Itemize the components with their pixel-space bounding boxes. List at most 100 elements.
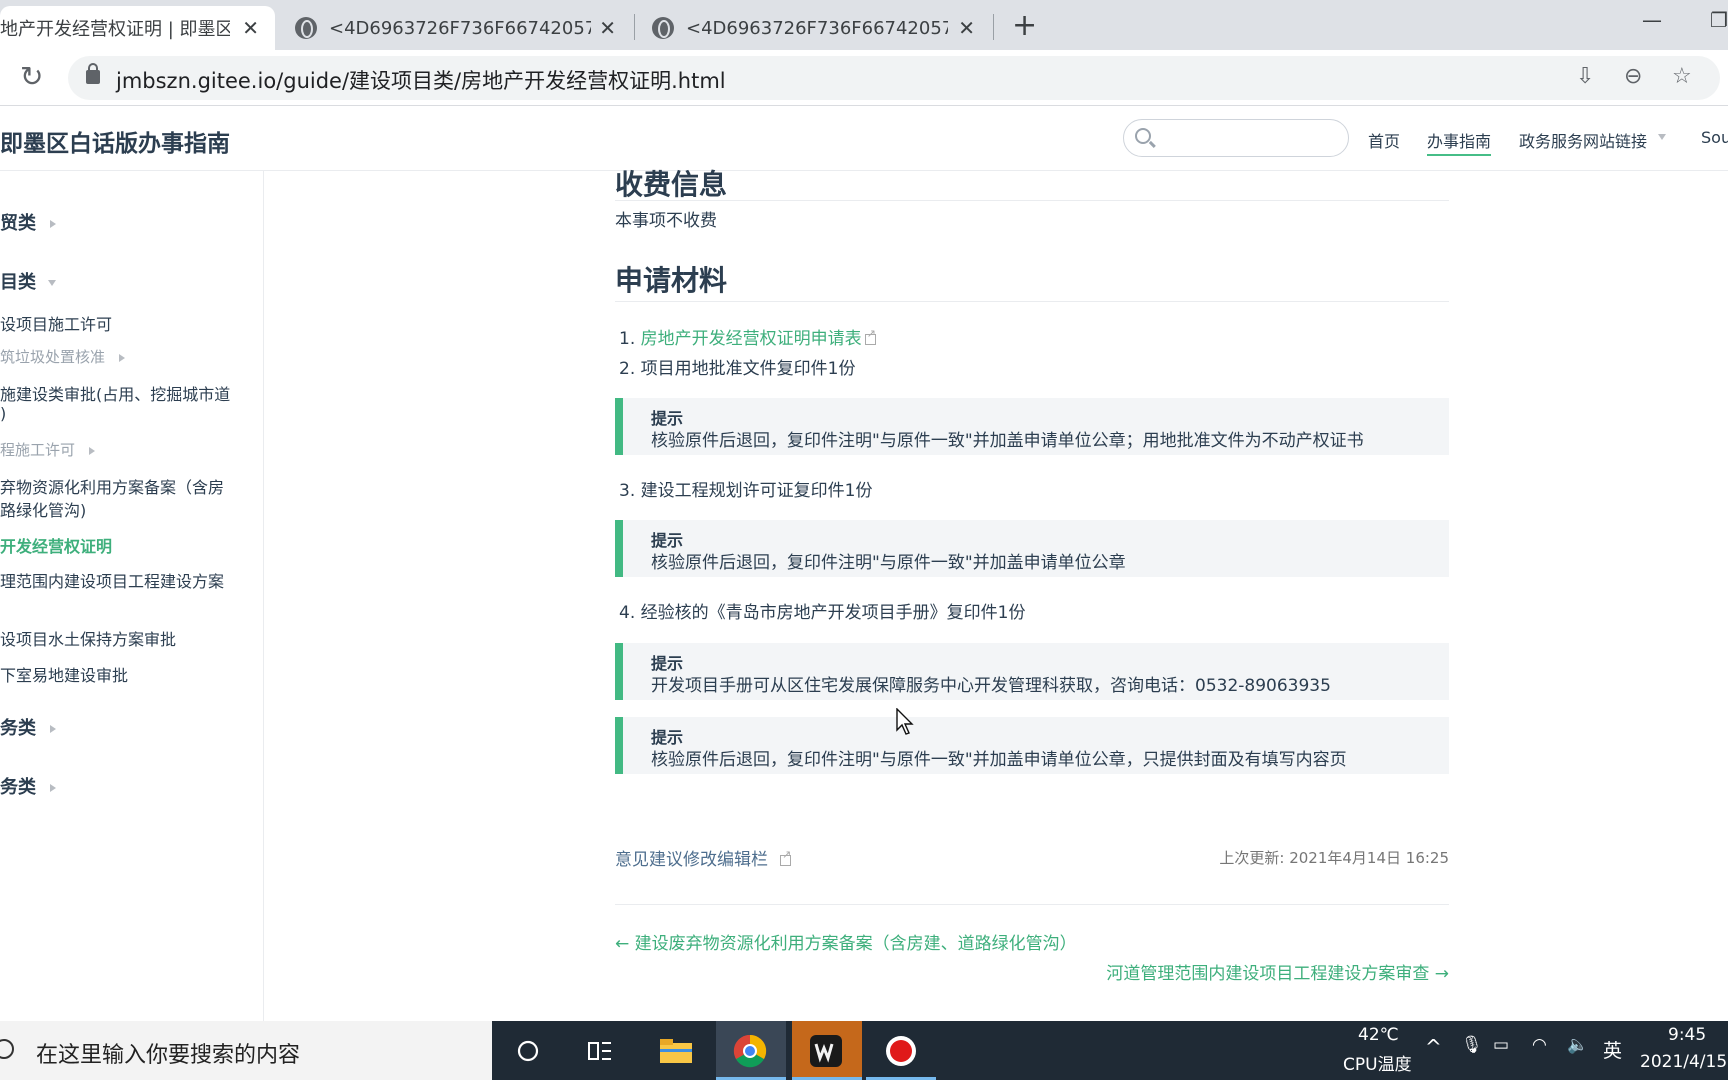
last-updated: 上次更新: 2021年4月14日 16:25 [1219,849,1449,867]
ime-indicator[interactable]: 英 [1603,1036,1622,1063]
clock-date[interactable]: 2021/4/15 [1640,1052,1727,1072]
wifi-icon[interactable]: ◠ [1532,1035,1547,1055]
site-title[interactable]: 即墨区白话版办事指南 [0,124,230,158]
list-text: 建设工程规划许可证复印件1份 [640,481,873,501]
list-number: 3. [619,481,636,501]
chevron-up-icon[interactable]: ^ [1425,1035,1442,1059]
sidebar-item[interactable]: 设项目水土保持方案审批 [0,626,176,650]
chevron-down-icon[interactable] [1658,134,1666,140]
close-icon[interactable]: ✕ [599,16,616,40]
nav-source[interactable]: Sou [1701,128,1728,147]
sidebar-item[interactable]: ) [0,404,6,423]
tip-box: 提示 核验原件后退回，复印件注明"与原件一致"并加盖申请单位公章；用地批准文件为… [615,398,1449,455]
sidebar-item[interactable]: 弃物资源化利用方案备案（含房 [0,474,224,498]
tab-doc-1[interactable]: <4D6963726F736F667420576 ✕ [277,6,632,50]
nav-home[interactable]: 首页 [1368,128,1400,152]
chevron-right-icon [119,353,126,362]
tab-separator [634,14,635,40]
address-bar[interactable]: jmbszn.gitee.io/guide/建设项目类/房地产开发经营权证明.h… [68,56,1720,100]
application-form-link[interactable]: 房地产开发经营权证明申请表 [641,329,862,349]
taskbar-search[interactable]: 在这里输入你要搜索的内容 [0,1021,492,1080]
list-number: 4. [619,603,636,623]
sidebar-group[interactable]: 贸类 [0,209,56,235]
sidebar-item-label: 筑垃圾处置核准 [0,348,106,366]
task-view-icon[interactable] [579,1030,621,1072]
taskbar-recorder[interactable] [866,1021,936,1080]
taskbar-wps[interactable] [792,1021,862,1080]
taskbar-chrome[interactable] [716,1021,786,1080]
list-item: 3. 建设工程规划许可证复印件1份 [619,476,872,501]
list-text: 经验核的《青岛市房地产开发项目手册》复印件1份 [640,603,1026,623]
sidebar-item[interactable]: 筑垃圾处置核准 [0,346,126,367]
file-explorer-icon[interactable] [655,1030,697,1072]
chevron-right-icon [89,446,96,455]
tip-body: 开发项目手册可从区住宅发展保障服务中心开发管理科获取，咨询电话：0532-890… [651,676,1331,696]
list-item: 4. 经验核的《青岛市房地产开发项目手册》复印件1份 [619,598,1025,623]
sidebar: 贸类 目类 设项目施工许可 筑垃圾处置核准 施建设类审批(占用、挖掘城市道 ) … [0,171,264,1021]
sidebar-item[interactable]: 下室易地建设审批 [0,662,128,686]
sidebar-item[interactable]: 设项目施工许可 [0,311,112,335]
mouse-cursor-icon [896,708,914,735]
tab-title: <4D6963726F736F667420576 [686,17,948,39]
search-input[interactable] [1160,124,1340,152]
sidebar-item[interactable]: 理范围内建设项目工程建设方案 [0,568,224,592]
microphone-icon[interactable]: 🎙 [1461,1035,1483,1055]
sidebar-group-label: 务类 [0,718,36,739]
sidebar-group-label: 目类 [0,272,36,293]
minimize-icon[interactable]: — [1642,8,1662,32]
tip-box: 提示 核验原件后退回，复印件注明"与原件一致"并加盖申请单位公章，只提供封面及有… [615,717,1449,774]
tab-title: 地产开发经营权证明 | 即墨区E [0,19,230,40]
tip-box: 提示 核验原件后退回，复印件注明"与原件一致"并加盖申请单位公章 [615,520,1449,577]
sidebar-item[interactable]: 施建设类审批(占用、挖掘城市道 [0,381,230,405]
sidebar-group[interactable]: 务类 [0,773,56,799]
lock-icon [86,63,100,84]
list-item: 1. 房地产开发经营权证明申请表 [619,324,876,350]
external-link-icon [864,327,876,345]
tab-doc-2[interactable]: <4D6963726F736F667420576 ✕ [636,6,991,50]
divider [615,200,1449,201]
new-tab-icon[interactable]: + [1012,8,1037,43]
external-link-icon [780,848,791,866]
browser-tab-strip: 地产开发经营权证明 | 即墨区E ✕ <4D6963726F736F667420… [0,0,1728,50]
record-icon [886,1036,916,1066]
list-number: 1. [619,329,636,349]
tab-separator [993,14,994,40]
install-icon[interactable]: ⇩ [1576,64,1594,89]
battery-icon[interactable]: ▭ [1493,1035,1509,1055]
site-navbar: 即墨区白话版办事指南 首页 办事指南 政务服务网站链接 Sou [0,107,1728,171]
search-icon [0,1039,14,1059]
materials-heading: 申请材料 [615,264,728,297]
divider [615,301,1449,302]
sidebar-group[interactable]: 目类 [0,268,56,294]
tab-title: <4D6963726F736F667420576 [329,17,591,39]
clock-time[interactable]: 9:45 [1668,1025,1706,1045]
cortana-icon[interactable] [507,1030,549,1072]
prev-page-link[interactable]: ← 建设废弃物资源化利用方案备案（含房建、道路绿化管沟） [615,929,1077,954]
sidebar-item[interactable]: 路绿化管沟) [0,497,86,521]
edit-link[interactable]: 意见建议修改编辑栏 [615,845,791,871]
sidebar-group-label: 务类 [0,777,36,798]
star-icon[interactable]: ☆ [1672,64,1692,89]
tip-box: 提示 开发项目手册可从区住宅发展保障服务中心开发管理科获取，咨询电话：0532-… [615,643,1449,700]
sidebar-item-current[interactable]: 开发经营权证明 [0,533,112,557]
cpu-temperature: 42℃ [1358,1025,1399,1045]
volume-icon[interactable]: 🔈 [1567,1035,1588,1055]
next-page-link[interactable]: 河道管理范围内建设项目工程建设方案审查 → [1106,959,1449,984]
close-icon[interactable]: ✕ [242,16,259,40]
close-icon[interactable]: ✕ [958,16,975,40]
nav-guide[interactable]: 办事指南 [1427,128,1492,156]
restore-icon[interactable]: ❐ [1710,8,1728,32]
reload-icon[interactable]: ↻ [20,60,43,93]
url-text[interactable]: jmbszn.gitee.io/guide/建设项目类/房地产开发经营权证明.h… [116,65,726,95]
zoom-icon[interactable]: ⊖ [1624,64,1642,89]
sidebar-group-label: 贸类 [0,213,36,234]
sidebar-group[interactable]: 务类 [0,714,56,740]
taskbar-search-text: 在这里输入你要搜索的内容 [36,1043,301,1068]
tab-current[interactable]: 地产开发经营权证明 | 即墨区E ✕ [0,6,275,50]
search-box[interactable] [1123,119,1349,157]
chevron-down-icon [48,280,56,286]
sidebar-item[interactable]: 程施工许可 [0,439,96,460]
nav-gov-links[interactable]: 政务服务网站链接 [1519,128,1647,152]
sidebar-item-label: 程施工许可 [0,441,76,459]
edit-link-label: 意见建议修改编辑栏 [615,850,768,870]
